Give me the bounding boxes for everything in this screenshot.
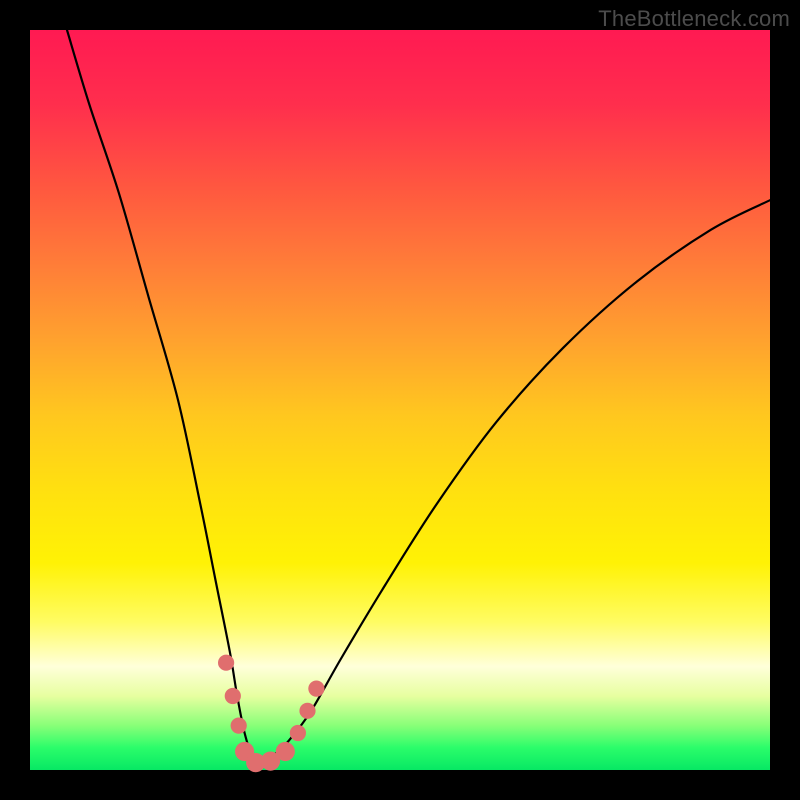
marker-dot bbox=[290, 725, 306, 741]
marker-dot bbox=[218, 655, 234, 671]
marker-dot bbox=[299, 703, 315, 719]
marker-dot bbox=[276, 742, 295, 761]
watermark-text: TheBottleneck.com bbox=[598, 6, 790, 32]
plot-area bbox=[30, 30, 770, 770]
marker-dot bbox=[308, 681, 324, 697]
marker-dot bbox=[231, 718, 247, 734]
chart-frame: TheBottleneck.com bbox=[0, 0, 800, 800]
bottleneck-curve bbox=[67, 30, 770, 764]
curve-layer bbox=[30, 30, 770, 770]
marker-dot bbox=[225, 688, 241, 704]
